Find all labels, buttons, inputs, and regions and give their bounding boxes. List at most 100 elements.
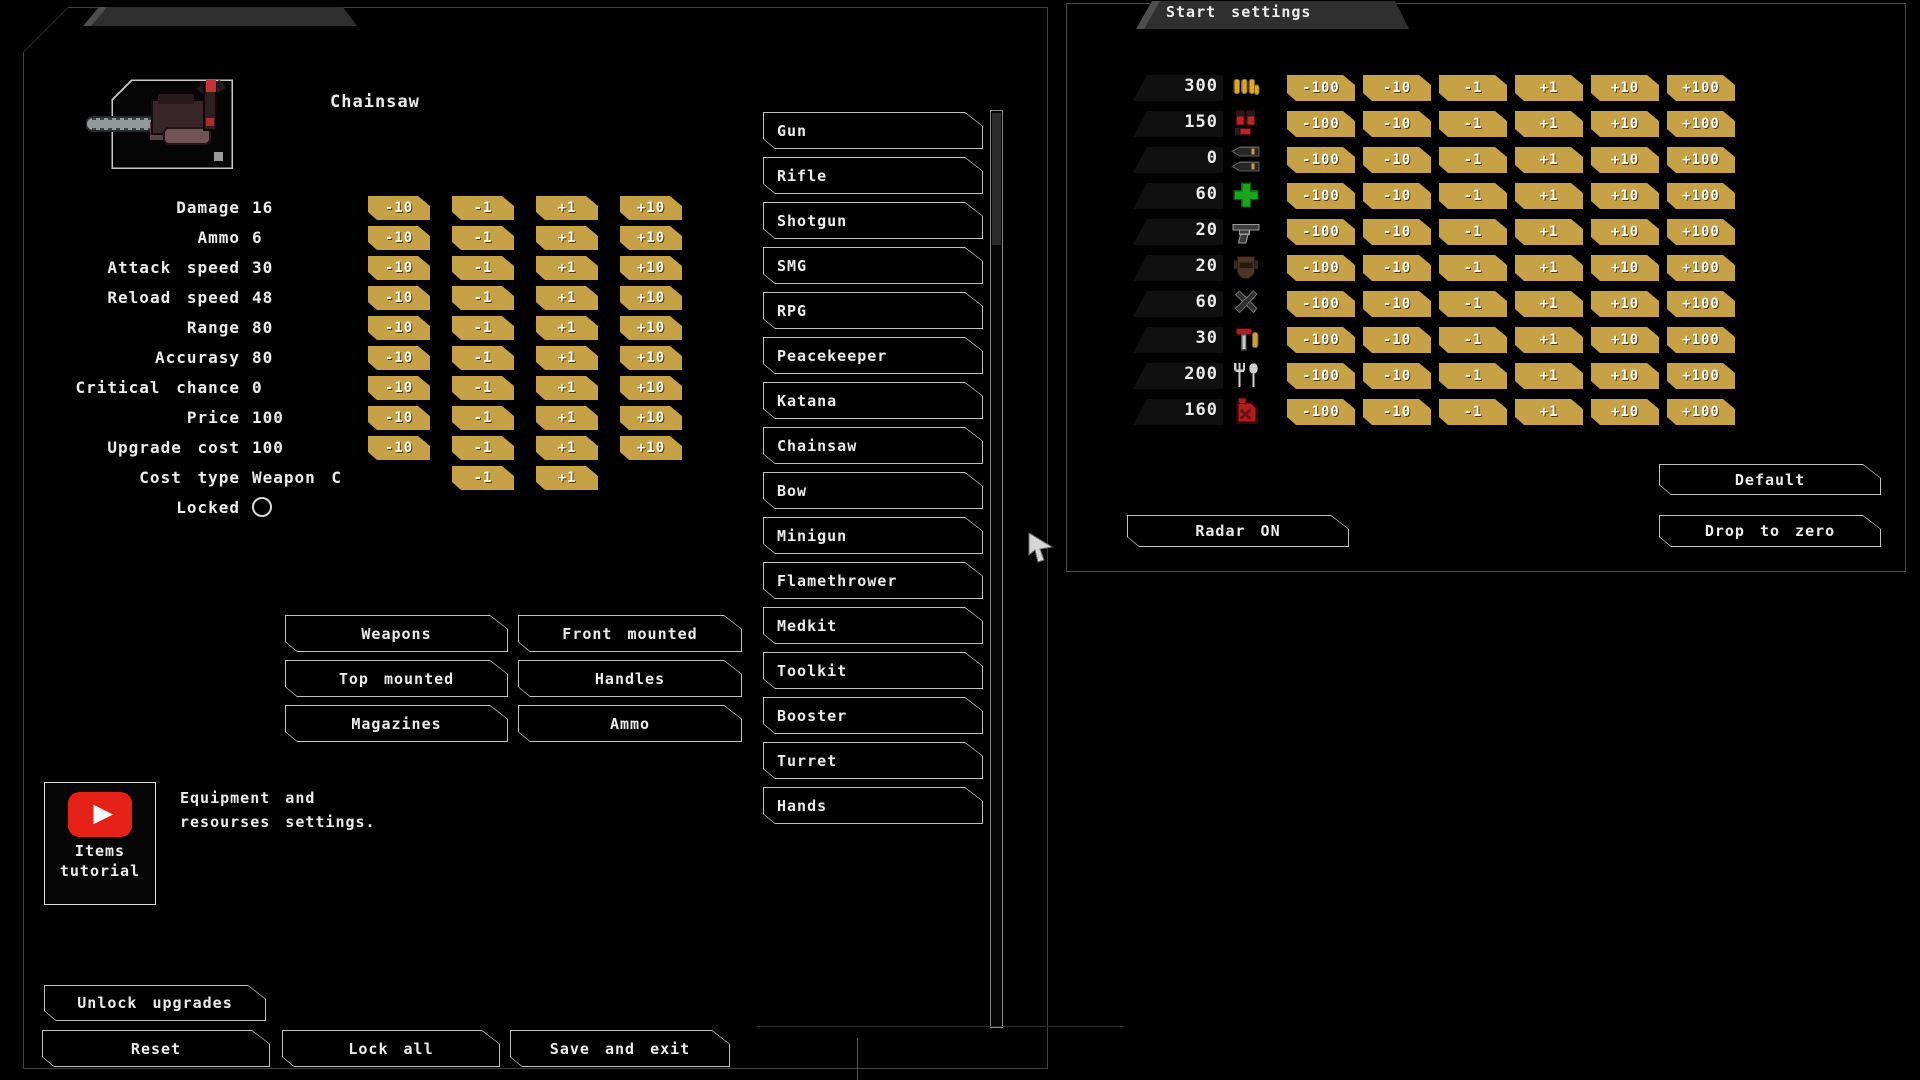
- resource-adjust-button[interactable]: +100: [1667, 363, 1735, 389]
- resource-adjust-button[interactable]: -100: [1287, 147, 1355, 173]
- footer-button-label: Save and exit: [550, 1040, 690, 1058]
- weapon-list-item[interactable]: Bow: [763, 472, 983, 509]
- resource-adjust-button[interactable]: +10: [1591, 147, 1659, 173]
- resource-adjust-button[interactable]: -1: [1439, 291, 1507, 317]
- rockets-icon: [1231, 144, 1261, 174]
- footer-button-label: Lock all: [348, 1040, 433, 1058]
- resource-adjust-button[interactable]: +10: [1591, 219, 1659, 245]
- resource-adjust-button[interactable]: +10: [1591, 75, 1659, 101]
- weapon-list-item[interactable]: Medkit: [763, 607, 983, 644]
- resource-adjust-button[interactable]: +1: [1515, 255, 1583, 281]
- resource-adjust-buttons: -100 -10 -1 +1 +10 +100: [1287, 75, 1747, 101]
- resource-adjust-button[interactable]: -1: [1439, 219, 1507, 245]
- resource-adjust-button[interactable]: -10: [1363, 327, 1431, 353]
- resource-adjust-button[interactable]: -10: [1363, 399, 1431, 425]
- resource-adjust-button[interactable]: +10: [1591, 111, 1659, 137]
- resource-value: 0: [1207, 148, 1218, 168]
- resource-value-box: 200: [1133, 363, 1223, 389]
- resource-adjust-button[interactable]: -10: [1363, 75, 1431, 101]
- weapon-list-item-label: Chainsaw: [777, 437, 857, 455]
- default-button[interactable]: Default: [1659, 464, 1881, 495]
- resource-adjust-button[interactable]: +1: [1515, 399, 1583, 425]
- weapon-list-item[interactable]: SMG: [763, 247, 983, 284]
- weapon-list-item[interactable]: Peacekeeper: [763, 337, 983, 374]
- resource-adjust-button[interactable]: -100: [1287, 399, 1355, 425]
- resource-adjust-button[interactable]: +1: [1515, 327, 1583, 353]
- resource-adjust-button[interactable]: +1: [1515, 147, 1583, 173]
- weapon-list-item[interactable]: Hands: [763, 787, 983, 824]
- resource-adjust-button[interactable]: +1: [1515, 363, 1583, 389]
- resource-adjust-button[interactable]: -10: [1363, 147, 1431, 173]
- resource-adjust-button[interactable]: -100: [1287, 219, 1355, 245]
- resource-adjust-button[interactable]: -100: [1287, 111, 1355, 137]
- resource-adjust-button[interactable]: -10: [1363, 291, 1431, 317]
- resource-adjust-button[interactable]: +100: [1667, 327, 1735, 353]
- resource-adjust-button[interactable]: +10: [1591, 327, 1659, 353]
- scrollbar-thumb[interactable]: [992, 113, 1001, 245]
- resource-adjust-button[interactable]: -100: [1287, 363, 1355, 389]
- weapon-list-item[interactable]: Flamethrower: [763, 562, 983, 599]
- resource-adjust-button[interactable]: +100: [1667, 219, 1735, 245]
- resource-rows: 300 -100 -10 -1 +1 +1: [1127, 74, 1827, 434]
- resource-adjust-button[interactable]: +1: [1515, 75, 1583, 101]
- resource-adjust-button[interactable]: -10: [1363, 183, 1431, 209]
- weapon-list-item[interactable]: Booster: [763, 697, 983, 734]
- weapon-list-item[interactable]: Turret: [763, 742, 983, 779]
- resource-adjust-button[interactable]: +10: [1591, 291, 1659, 317]
- resource-adjust-button[interactable]: +100: [1667, 399, 1735, 425]
- start-settings-title: Start settings: [1166, 3, 1311, 21]
- weapon-list-item[interactable]: Chainsaw: [763, 427, 983, 464]
- resource-adjust-button[interactable]: +10: [1591, 363, 1659, 389]
- footer-button[interactable]: Lock all: [282, 1030, 500, 1067]
- weapon-list-item[interactable]: Rifle: [763, 157, 983, 194]
- resource-adjust-button[interactable]: +1: [1515, 291, 1583, 317]
- resource-adjust-button[interactable]: -1: [1439, 183, 1507, 209]
- resource-row: 160 -100 -10 -1 +1 +1: [1127, 398, 1827, 434]
- radar-toggle-button[interactable]: Radar ON: [1127, 515, 1349, 547]
- resource-adjust-button[interactable]: -1: [1439, 147, 1507, 173]
- resource-adjust-button[interactable]: -100: [1287, 75, 1355, 101]
- resource-adjust-button[interactable]: +100: [1667, 183, 1735, 209]
- drop-to-zero-button[interactable]: Drop to zero: [1659, 515, 1881, 547]
- footer-button[interactable]: Reset: [42, 1030, 270, 1067]
- resource-adjust-button[interactable]: +10: [1591, 183, 1659, 209]
- weapon-list-item[interactable]: Katana: [763, 382, 983, 419]
- resource-adjust-button[interactable]: -1: [1439, 255, 1507, 281]
- resource-adjust-buttons: -100 -10 -1 +1 +10 +100: [1287, 183, 1747, 209]
- resource-adjust-button[interactable]: -100: [1287, 255, 1355, 281]
- weapon-list-item[interactable]: Minigun: [763, 517, 983, 554]
- resource-adjust-button[interactable]: -100: [1287, 327, 1355, 353]
- weapon-list-item[interactable]: RPG: [763, 292, 983, 329]
- resource-adjust-button[interactable]: -1: [1439, 363, 1507, 389]
- resource-adjust-button[interactable]: -10: [1363, 219, 1431, 245]
- resource-adjust-button[interactable]: +100: [1667, 291, 1735, 317]
- resource-adjust-button[interactable]: +1: [1515, 183, 1583, 209]
- resource-adjust-button[interactable]: -10: [1363, 255, 1431, 281]
- tools-icon: [1231, 324, 1261, 354]
- resource-adjust-button[interactable]: +100: [1667, 255, 1735, 281]
- resource-adjust-button[interactable]: +100: [1667, 111, 1735, 137]
- resource-adjust-button[interactable]: +100: [1667, 75, 1735, 101]
- resource-adjust-button[interactable]: -1: [1439, 75, 1507, 101]
- resource-adjust-buttons: -100 -10 -1 +1 +10 +100: [1287, 111, 1747, 137]
- resource-row: 30 -100 -10 -1 +1 +10: [1127, 326, 1827, 362]
- resource-adjust-button[interactable]: -100: [1287, 183, 1355, 209]
- resource-adjust-button[interactable]: -1: [1439, 399, 1507, 425]
- resource-adjust-button[interactable]: +1: [1515, 111, 1583, 137]
- resource-adjust-button[interactable]: -10: [1363, 363, 1431, 389]
- resource-adjust-button[interactable]: +10: [1591, 399, 1659, 425]
- resource-adjust-button[interactable]: -1: [1439, 327, 1507, 353]
- weapon-list-item[interactable]: Gun: [763, 112, 983, 149]
- resource-adjust-button[interactable]: -100: [1287, 291, 1355, 317]
- resource-adjust-button[interactable]: +10: [1591, 255, 1659, 281]
- resource-adjust-button[interactable]: -1: [1439, 111, 1507, 137]
- weapon-list-item[interactable]: Shotgun: [763, 202, 983, 239]
- resource-adjust-button[interactable]: +1: [1515, 219, 1583, 245]
- resource-adjust-button[interactable]: -10: [1363, 111, 1431, 137]
- footer-button[interactable]: Save and exit: [510, 1030, 730, 1067]
- weapon-list-item[interactable]: Toolkit: [763, 652, 983, 689]
- resource-value-box: 160: [1133, 399, 1223, 425]
- resource-adjust-button[interactable]: +100: [1667, 147, 1735, 173]
- resource-value: 20: [1196, 220, 1218, 240]
- weapon-list-scrollbar[interactable]: [990, 110, 1003, 1028]
